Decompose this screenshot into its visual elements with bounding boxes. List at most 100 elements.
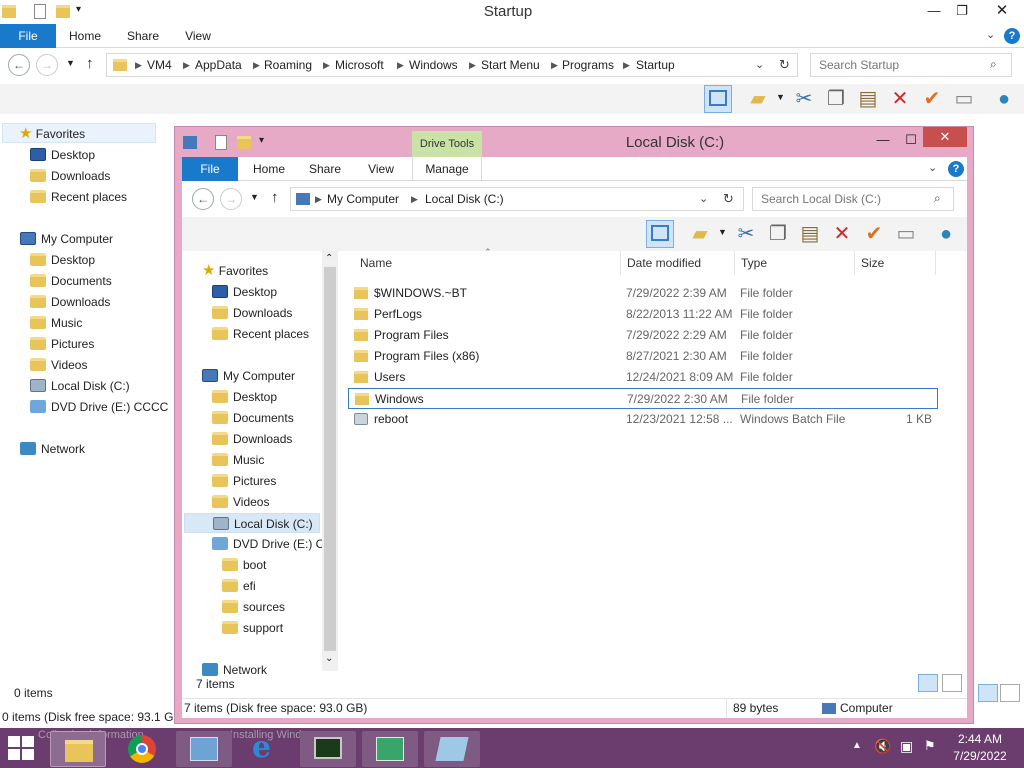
restore-button[interactable]: ❐ [948,0,976,22]
nav-local-disk[interactable]: Local Disk (C:) [30,376,130,396]
tab-home[interactable]: Home [58,24,112,48]
nav-documents[interactable]: Documents [212,408,294,428]
tab-file[interactable]: File [0,24,56,48]
copy-icon[interactable]: ❐ [764,220,792,248]
cut-icon[interactable]: ✂ [790,85,818,113]
nav-pc-desktop[interactable]: Desktop [212,387,277,407]
address-dropdown-icon[interactable]: ⌄ [699,192,708,205]
large-icons-view-icon[interactable] [942,674,962,692]
nav-downloads[interactable]: Downloads [30,166,110,186]
table-row[interactable]: Windows 7/29/2022 2:30 AM File folder [348,388,938,409]
refresh-icon[interactable]: ↻ [723,191,734,207]
search-input[interactable]: Search Startup [810,53,1012,77]
paste-icon[interactable]: ▤ [854,85,882,113]
nav-pictures[interactable]: Pictures [212,471,276,491]
table-row[interactable]: $WINDOWS.~BT 7/29/2022 2:39 AM File folder [348,283,938,303]
taskbar-installer[interactable] [362,731,418,767]
table-row[interactable]: PerfLogs 8/22/2013 11:22 AM File folder [348,304,938,324]
start-button[interactable] [8,736,34,760]
taskbar-task-manager[interactable] [300,731,356,767]
taskbar-explorer[interactable] [50,731,106,767]
col-type[interactable]: Type [734,251,852,275]
rename-icon[interactable]: ✔ [860,220,888,248]
preview-pane-icon[interactable] [704,85,732,113]
nav-sources[interactable]: sources [222,597,285,617]
nav-pc-downloads[interactable]: Downloads [30,292,110,312]
show-hidden-icons[interactable]: ▲ [852,740,862,751]
nav-dvd-drive[interactable]: DVD Drive (E:) CCCC [30,397,168,417]
nav-recent-places[interactable]: Recent places [30,187,127,207]
breadcrumb-start-menu[interactable]: Start Menu [481,54,540,76]
volume-muted-icon[interactable]: 🔇 [874,738,891,755]
up-icon[interactable]: ↑ [86,55,94,72]
breadcrumb-local-disk[interactable]: Local Disk (C:) [425,188,504,210]
properties-icon[interactable] [215,135,227,150]
customize-qat-icon[interactable]: ▾ [259,135,264,146]
new-folder-icon[interactable] [56,5,70,18]
tab-home[interactable]: Home [242,157,296,181]
globe-icon[interactable]: ● [990,85,1018,113]
address-bar[interactable]: ▶ VM4 ▶ AppData ▶ Roaming ▶ Microsoft ▶ … [106,53,798,77]
breadcrumb-my-computer[interactable]: My Computer [327,188,399,210]
globe-icon[interactable]: ● [932,220,960,248]
search-icon[interactable]: ⌕ [934,191,941,206]
recent-locations-icon[interactable]: ▼ [250,192,259,202]
tab-view[interactable]: View [172,24,224,48]
preview-pane-icon[interactable] [646,220,674,248]
customize-qat-icon[interactable]: ▾ [76,4,81,15]
tab-share[interactable]: Share [116,24,170,48]
nav-pc-downloads[interactable]: Downloads [212,429,292,449]
nav-my-computer[interactable]: My Computer [202,366,295,386]
forward-button[interactable]: → [220,188,242,210]
forward-button[interactable]: → [36,54,58,76]
expand-ribbon-icon[interactable]: ⌄ [928,161,937,174]
maximize-button[interactable]: ☐ [897,129,925,151]
address-bar[interactable]: ▶ My Computer ▶ Local Disk (C:) ⌄ ↻ [290,187,744,211]
cut-icon[interactable]: ✂ [732,220,760,248]
breadcrumb-vm4[interactable]: VM4 [147,54,172,76]
breadcrumb-roaming[interactable]: Roaming [264,54,312,76]
col-date[interactable]: Date modified [620,251,732,275]
minimize-button[interactable]: — [869,129,897,151]
copy-icon[interactable]: ❐ [822,85,850,113]
taskbar-setup[interactable] [424,731,480,767]
paste-icon[interactable]: ▤ [796,220,824,248]
nav-local-disk[interactable]: Local Disk (C:) [184,513,320,533]
breadcrumb-startup[interactable]: Startup [636,54,675,76]
search-input[interactable]: Search Local Disk (C:) [752,187,954,211]
table-row[interactable]: Program Files (x86) 8/27/2021 2:30 AM File… [348,346,938,366]
nav-recent-places[interactable]: Recent places [212,324,309,344]
tab-share[interactable]: Share [298,157,352,181]
nav-scrollbar[interactable]: ⌃ ⌄ [322,251,338,671]
scroll-up-icon[interactable]: ⌃ [325,253,333,264]
nav-boot[interactable]: boot [222,555,266,575]
taskbar-ie[interactable]: e [238,731,294,767]
nav-videos[interactable]: Videos [30,355,87,375]
nav-my-computer[interactable]: My Computer [20,229,113,249]
col-size[interactable]: Size [854,251,936,275]
large-icons-view-icon[interactable] [1000,684,1020,702]
nav-efi[interactable]: efi [222,576,256,596]
taskbar-chrome[interactable] [114,731,170,767]
nav-downloads[interactable]: Downloads [212,303,292,323]
taskbar-control-panel[interactable] [176,731,232,767]
clock-time[interactable]: 2:44 AM [950,732,1010,746]
table-row[interactable]: Program Files 7/29/2022 2:29 AM File folde… [348,325,938,345]
tab-file[interactable]: File [182,157,238,181]
scroll-down-icon[interactable]: ⌄ [325,653,333,664]
network-tray-icon[interactable]: ▣ [900,738,913,755]
move-dropdown-icon[interactable]: ▼ [718,227,727,237]
expand-ribbon-icon[interactable]: ⌄ [986,28,995,41]
nav-desktop[interactable]: Desktop [212,282,277,302]
nav-dvd-drive[interactable]: DVD Drive (E:) CC [212,534,333,554]
nav-favorites[interactable]: ★ Favorites [2,123,156,143]
help-icon[interactable]: ? [948,161,964,177]
nav-music[interactable]: Music [212,450,264,470]
move-to-icon[interactable]: ▰ [744,85,772,113]
breadcrumb-microsoft[interactable]: Microsoft [335,54,384,76]
nav-support[interactable]: support [222,618,283,638]
breadcrumb-windows[interactable]: Windows [409,54,458,76]
table-row[interactable]: Users 12/24/2021 8:09 AM File folder [348,367,938,387]
nav-music[interactable]: Music [30,313,82,333]
table-row[interactable]: reboot 12/23/2021 12:58 ... Windows Batch … [348,409,938,429]
